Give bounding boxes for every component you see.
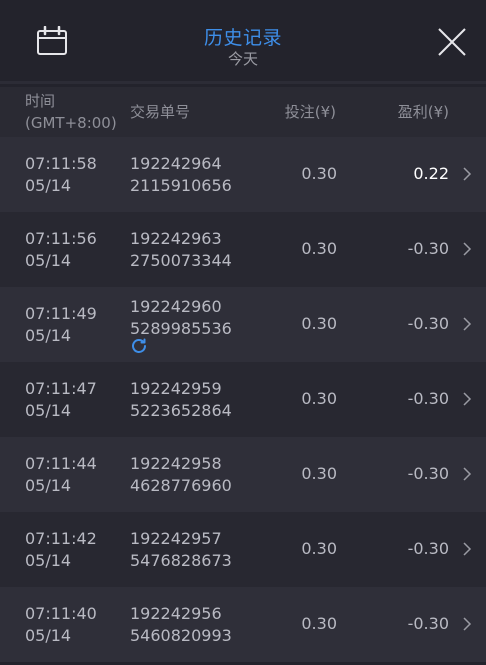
- row-profit: -0.30: [407, 539, 449, 558]
- history-list: 07:11:58 05/14 192242964 2115910656 0.30 0.22…: [0, 137, 486, 662]
- chevron-right-icon[interactable]: [462, 241, 472, 257]
- table-row[interactable]: 07:11:49 05/14 192242960 5289985536 0.30 -0.3…: [0, 287, 486, 362]
- row-profit: -0.30: [407, 314, 449, 333]
- column-header-bet: 投注(¥): [284, 103, 336, 121]
- table-row[interactable]: 07:11:58 05/14 192242964 2115910656 0.30 0.22: [0, 137, 486, 212]
- history-panel: 历史记录 今天 时间 (GMT+8:00) 交易单号 投注(¥) 盈利(¥) 0…: [0, 0, 486, 665]
- row-profit: -0.30: [407, 239, 449, 258]
- row-time: 07:11:40 05/14: [25, 604, 97, 645]
- table-row[interactable]: 07:11:56 05/14 192242963 2750073344 0.30 -0.3…: [0, 212, 486, 287]
- row-profit: 0.22: [413, 164, 449, 183]
- column-header-time: 时间 (GMT+8:00): [25, 92, 117, 132]
- column-header-order: 交易单号: [130, 103, 191, 121]
- row-order-number: 192242960 5289985536: [130, 297, 232, 338]
- page-title: 历史记录: [203, 27, 282, 49]
- table-row[interactable]: 07:11:40 05/14 192242956 5460820993 0.30 -0.3…: [0, 587, 486, 662]
- close-icon[interactable]: [436, 26, 468, 58]
- table-row[interactable]: 07:11:47 05/14 192242959 5223652864 0.30 -0.3…: [0, 362, 486, 437]
- row-profit: -0.30: [407, 464, 449, 483]
- column-header-profit: 盈利(¥): [397, 103, 449, 121]
- chevron-right-icon[interactable]: [462, 391, 472, 407]
- row-profit: -0.30: [407, 614, 449, 633]
- row-profit: -0.30: [407, 389, 449, 408]
- row-bet: 0.30: [301, 239, 337, 258]
- chevron-right-icon[interactable]: [462, 316, 472, 332]
- row-time: 07:11:49 05/14: [25, 304, 97, 345]
- date-filter-label: 今天: [227, 50, 258, 68]
- row-bet: 0.30: [301, 164, 337, 183]
- chevron-right-icon[interactable]: [462, 166, 472, 182]
- loading-spinner-icon: [132, 338, 146, 353]
- chevron-right-icon[interactable]: [462, 541, 472, 557]
- row-time: 07:11:44 05/14: [25, 454, 97, 495]
- row-time: 07:11:47 05/14: [25, 379, 97, 420]
- row-bet: 0.30: [301, 314, 337, 333]
- row-bet: 0.30: [301, 389, 337, 408]
- row-time: 07:11:58 05/14: [25, 154, 97, 195]
- row-bet: 0.30: [301, 464, 337, 483]
- row-order-number: 192242958 4628776960: [130, 454, 232, 495]
- row-order-number: 192242963 2750073344: [130, 229, 232, 270]
- row-order-number: 192242964 2115910656: [130, 154, 232, 195]
- row-order-number: 192242957 5476828673: [130, 529, 232, 570]
- row-bet: 0.30: [301, 539, 337, 558]
- chevron-right-icon[interactable]: [462, 616, 472, 632]
- table-row[interactable]: 07:11:42 05/14 192242957 5476828673 0.30 -0.3…: [0, 512, 486, 587]
- row-time: 07:11:42 05/14: [25, 529, 97, 570]
- table-row[interactable]: 07:11:44 05/14 192242958 4628776960 0.30 -0.3…: [0, 437, 486, 512]
- history-header: 历史记录 今天: [0, 0, 486, 84]
- row-order-number: 192242956 5460820993: [130, 604, 232, 645]
- chevron-right-icon[interactable]: [462, 466, 472, 482]
- row-bet: 0.30: [301, 614, 337, 633]
- row-time: 07:11:56 05/14: [25, 229, 97, 270]
- table-header: 时间 (GMT+8:00) 交易单号 投注(¥) 盈利(¥): [0, 87, 486, 137]
- row-order-number: 192242959 5223652864: [130, 379, 232, 420]
